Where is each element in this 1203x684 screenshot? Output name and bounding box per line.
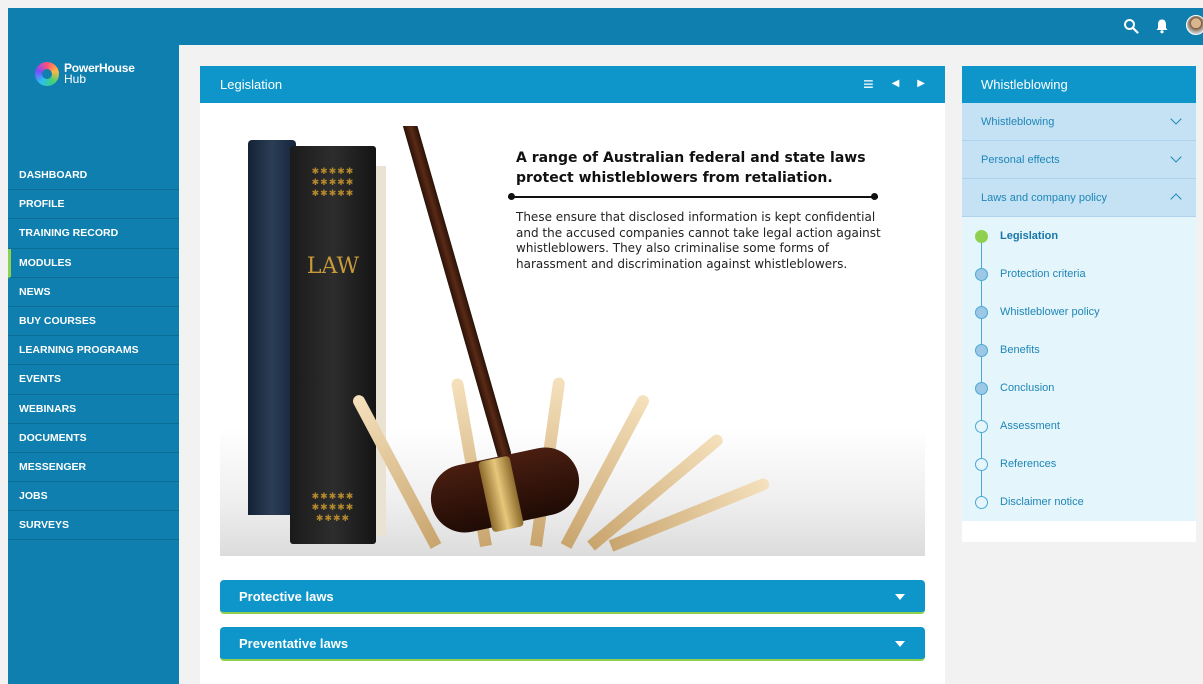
book-pages: [376, 166, 386, 536]
chevron-down-icon: [1170, 151, 1182, 163]
outline-title: Whistleblowing: [962, 66, 1196, 103]
app-page: PowerHouse Hub DASHBOARD PROFILE TRAININ…: [0, 0, 1203, 684]
nav-item-training-record[interactable]: TRAINING RECORD: [8, 219, 179, 249]
brand-subname: Hub: [64, 72, 87, 86]
progress-dot-icon: [975, 496, 988, 509]
nav-item-news[interactable]: NEWS: [8, 278, 179, 307]
chevron-down-icon: [1170, 113, 1182, 125]
lesson-item-benefits[interactable]: Benefits: [962, 331, 1196, 369]
law-book: ✱✱✱✱✱ ✱✱✱✱✱ ✱✱✱✱✱ LAW ✱✱✱✱✱ ✱✱✱✱✱ ✱✱✱✱: [290, 146, 376, 544]
lesson-label: Whistleblower policy: [1000, 306, 1100, 318]
nav-item-learning-programs[interactable]: LEARNING PROGRAMS: [8, 336, 179, 366]
title-divider: [508, 193, 878, 200]
lesson-label: Protection criteria: [1000, 268, 1086, 280]
top-bar: [179, 8, 1203, 45]
section-laws-and-company-policy[interactable]: Laws and company policy: [962, 179, 1196, 217]
lesson-item-references[interactable]: References: [962, 445, 1196, 483]
section-whistleblowing[interactable]: Whistleblowing: [962, 103, 1196, 141]
section-personal-effects[interactable]: Personal effects: [962, 141, 1196, 179]
nav-item-modules[interactable]: MODULES: [8, 248, 179, 278]
lesson-item-whistleblower-policy[interactable]: Whistleblower policy: [962, 293, 1196, 331]
nav-item-profile[interactable]: PROFILE: [8, 190, 179, 220]
nav-item-buy-courses[interactable]: BUY COURSES: [8, 307, 179, 337]
hero-body: These ensure that disclosed information …: [516, 210, 881, 271]
bell-icon[interactable]: [1154, 18, 1170, 34]
nav-item-jobs[interactable]: JOBS: [8, 482, 179, 512]
sidebar: PowerHouse Hub DASHBOARD PROFILE TRAININ…: [8, 8, 179, 684]
nav-item-surveys[interactable]: SURVEYS: [8, 511, 179, 541]
progress-dot-icon: [975, 344, 988, 357]
blue-book: [248, 140, 296, 515]
section-label: Laws and company policy: [981, 191, 1107, 204]
lesson-item-conclusion[interactable]: Conclusion: [962, 369, 1196, 407]
logo-icon: [35, 62, 59, 86]
lesson-panel: Legislation ≡ ◀ ▶ ✱✱✱✱✱ ✱✱✱✱✱ ✱✱✱✱✱ LAW ✱✱…: [200, 66, 945, 684]
lesson-label: References: [1000, 458, 1057, 470]
menu-icon[interactable]: ≡: [863, 75, 874, 93]
lesson-label: Legislation: [1000, 230, 1059, 242]
progress-dot-icon: [975, 420, 988, 433]
next-icon[interactable]: ▶: [917, 76, 925, 92]
brand-logo[interactable]: PowerHouse Hub: [35, 62, 135, 86]
avatar[interactable]: [1186, 15, 1203, 35]
panel-title: Legislation: [220, 77, 283, 92]
lesson-label: Benefits: [1000, 344, 1040, 356]
hero-title: A range of Australian federal and state …: [516, 150, 866, 186]
caret-down-icon: [895, 594, 905, 600]
accordion-label: Preventative laws: [239, 635, 349, 651]
course-outline: Whistleblowing Whistleblowing Personal e…: [962, 66, 1196, 542]
sidebar-nav: DASHBOARD PROFILE TRAINING RECORD MODULE…: [8, 161, 179, 541]
section-label: Whistleblowing: [981, 115, 1055, 128]
search-icon[interactable]: [1123, 18, 1139, 34]
progress-dot-icon: [975, 268, 988, 281]
nav-item-documents[interactable]: DOCUMENTS: [8, 424, 179, 453]
hero-text: A range of Australian federal and state …: [508, 148, 886, 272]
caret-down-icon: [895, 641, 905, 647]
hero-image: ✱✱✱✱✱ ✱✱✱✱✱ ✱✱✱✱✱ LAW ✱✱✱✱✱ ✱✱✱✱✱ ✱✱✱✱ A ran…: [220, 126, 925, 556]
panel-header: Legislation ≡ ◀ ▶: [200, 66, 945, 103]
accordion-protective-laws[interactable]: Protective laws: [220, 580, 925, 614]
section-label: Personal effects: [981, 153, 1060, 166]
nav-item-webinars[interactable]: WEBINARS: [8, 395, 179, 424]
law-book-label: LAW: [306, 254, 360, 279]
progress-dot-icon: [975, 382, 988, 395]
nav-item-events[interactable]: EVENTS: [8, 365, 179, 395]
lesson-label: Assessment: [1000, 420, 1060, 432]
lesson-label: Conclusion: [1000, 382, 1055, 394]
accordion-preventative-laws[interactable]: Preventative laws: [220, 627, 925, 661]
prev-icon[interactable]: ◀: [892, 76, 900, 92]
progress-dot-icon: [975, 458, 988, 471]
chevron-up-icon: [1170, 193, 1182, 205]
accordion-label: Protective laws: [239, 588, 334, 604]
nav-item-messenger[interactable]: MESSENGER: [8, 453, 179, 483]
nav-item-dashboard[interactable]: DASHBOARD: [8, 161, 179, 191]
lesson-item-assessment[interactable]: Assessment: [962, 407, 1196, 445]
lesson-item-legislation[interactable]: Legislation: [962, 217, 1196, 255]
lesson-item-protection-criteria[interactable]: Protection criteria: [962, 255, 1196, 293]
progress-dot-icon: [975, 230, 988, 243]
lesson-list: Legislation Protection criteria Whistleb…: [962, 217, 1196, 521]
lesson-item-disclaimer-notice[interactable]: Disclaimer notice: [962, 483, 1196, 521]
lesson-label: Disclaimer notice: [1000, 496, 1084, 508]
progress-dot-icon: [975, 306, 988, 319]
